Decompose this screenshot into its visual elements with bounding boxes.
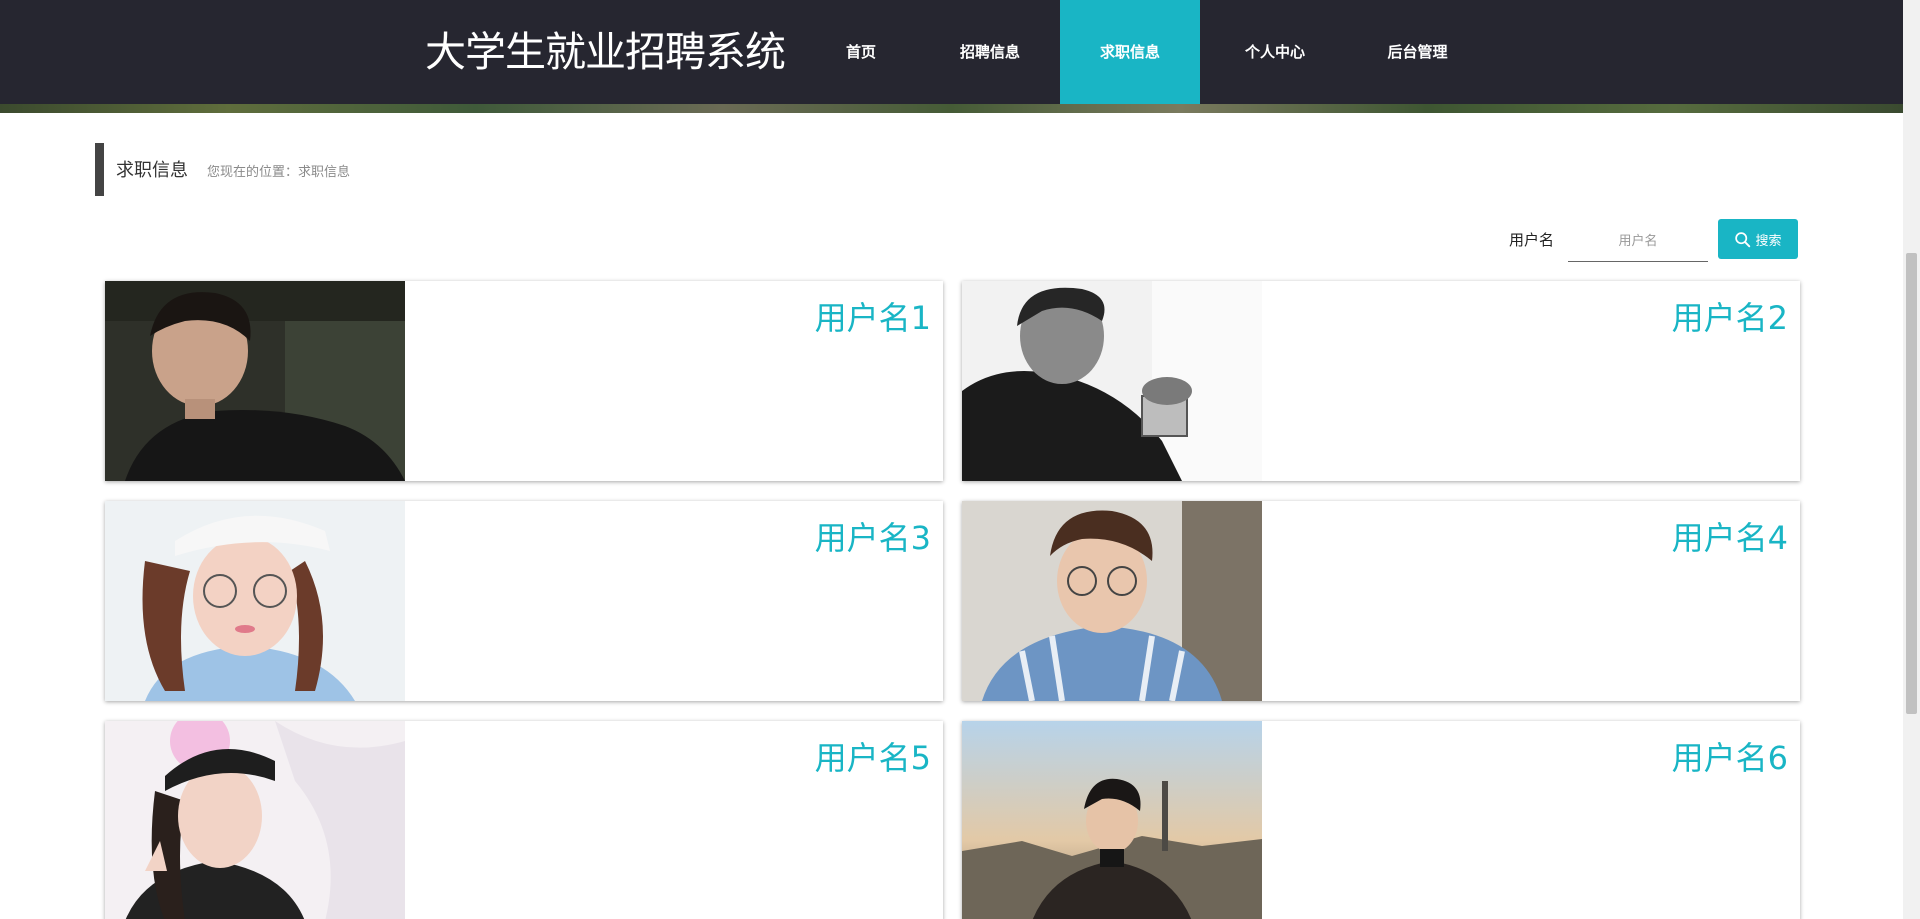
job-seeker-card[interactable]: 用户名6 [962, 721, 1800, 919]
top-navigation-bar: 大学生就业招聘系统 首页 招聘信息 求职信息 个人中心 后台管理 [0, 0, 1903, 113]
user-photo[interactable] [962, 721, 1262, 919]
nav-item-admin[interactable]: 后台管理 [1355, 0, 1480, 104]
card-username[interactable]: 用户名6 [1672, 733, 1788, 779]
section-title: 求职信息 [116, 160, 188, 181]
user-photo[interactable] [962, 281, 1262, 481]
job-seeker-card[interactable]: 用户名2 [962, 281, 1800, 481]
breadcrumb: 您现在的位置：求职信息 [207, 165, 351, 180]
nav-item-home[interactable]: 首页 [816, 0, 906, 104]
job-seeker-card[interactable]: 用户名1 [105, 281, 943, 481]
search-label: 用户名 [1509, 231, 1555, 249]
user-photo[interactable] [105, 721, 405, 919]
page: 大学生就业招聘系统 首页 招聘信息 求职信息 个人中心 后台管理 求职信息 您现… [0, 0, 1920, 919]
username-search-input[interactable] [1568, 222, 1708, 262]
user-photo[interactable] [105, 501, 405, 701]
nav-item-personal-center[interactable]: 个人中心 [1215, 0, 1335, 104]
section-accent-bar [95, 143, 104, 196]
search-icon [1735, 231, 1751, 247]
card-username[interactable]: 用户名5 [815, 733, 931, 779]
user-photo[interactable] [962, 501, 1262, 701]
user-photo[interactable] [105, 281, 405, 481]
card-username[interactable]: 用户名3 [815, 513, 931, 559]
header-banner-strip [0, 104, 1903, 113]
card-username[interactable]: 用户名1 [815, 293, 931, 339]
card-username[interactable]: 用户名2 [1672, 293, 1788, 339]
nav-item-recruitment-info[interactable]: 招聘信息 [930, 0, 1050, 104]
job-seeker-card[interactable]: 用户名3 [105, 501, 943, 701]
job-seeker-card[interactable]: 用户名4 [962, 501, 1800, 701]
nav-item-job-seeking-info[interactable]: 求职信息 [1060, 0, 1200, 104]
job-seeker-card[interactable]: 用户名5 [105, 721, 943, 919]
card-username[interactable]: 用户名4 [1672, 513, 1788, 559]
page-scrollbar[interactable] [1903, 0, 1920, 919]
scrollbar-thumb[interactable] [1906, 253, 1917, 714]
search-button-label: 搜索 [1755, 233, 1782, 249]
site-title[interactable]: 大学生就业招聘系统 [425, 22, 786, 82]
search-button[interactable]: 搜索 [1718, 219, 1798, 259]
